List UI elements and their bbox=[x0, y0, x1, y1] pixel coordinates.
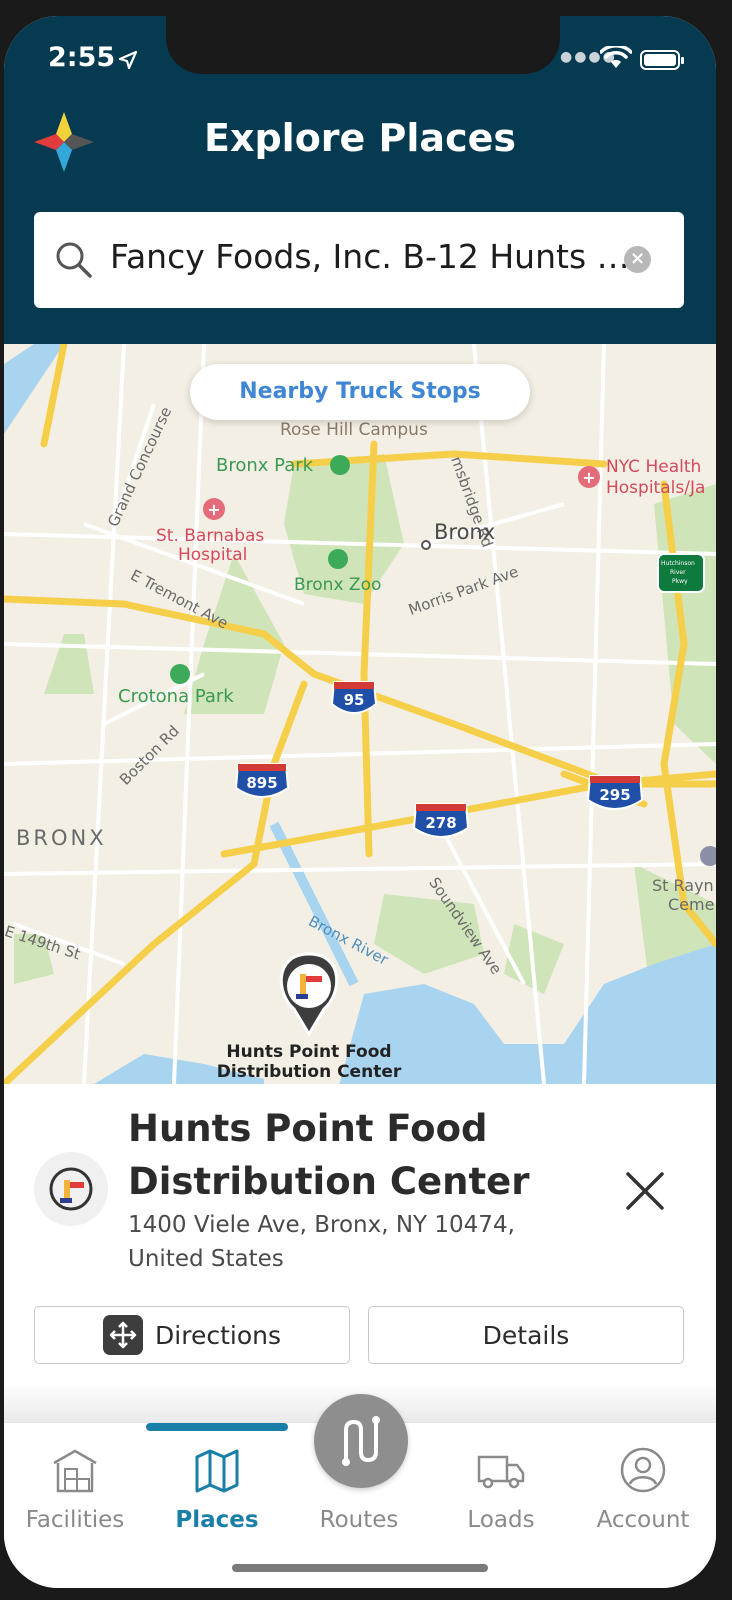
map-label: Hospital bbox=[178, 545, 248, 565]
map-label: St. Barnabas bbox=[156, 526, 265, 546]
phone-screen: 2:55 ●●●● Explore Places Fancy Foods, In… bbox=[4, 16, 716, 1588]
page-title: Explore Places bbox=[204, 116, 516, 160]
map-label: Crotona Park bbox=[118, 686, 234, 707]
clear-search-button[interactable]: × bbox=[624, 246, 651, 273]
map-label: River bbox=[670, 569, 686, 576]
route-icon bbox=[342, 1416, 380, 1466]
map-label: St Rayn bbox=[652, 876, 714, 895]
directions-icon bbox=[103, 1315, 144, 1355]
highway-shield-label: 278 bbox=[425, 814, 457, 832]
wifi-icon bbox=[600, 46, 632, 68]
search-icon bbox=[56, 242, 92, 278]
place-name: Hunts Point Food Distribution Center bbox=[128, 1107, 530, 1203]
tab-label: Loads bbox=[467, 1507, 535, 1533]
nearby-truck-stops-button[interactable]: Nearby Truck Stops bbox=[190, 364, 530, 420]
device-notch bbox=[166, 16, 560, 74]
warehouse-icon bbox=[53, 1449, 97, 1493]
account-icon bbox=[620, 1447, 666, 1493]
map-label: Hospitals/Ja bbox=[606, 478, 706, 498]
tab-label: Facilities bbox=[25, 1507, 125, 1533]
highway-shield-label: 95 bbox=[343, 691, 365, 709]
directions-button[interactable]: Directions bbox=[34, 1306, 350, 1364]
location-arrow-icon bbox=[118, 50, 138, 70]
highway-shield-label: 295 bbox=[599, 786, 631, 804]
map-label: NYC Health bbox=[606, 457, 702, 477]
close-icon[interactable] bbox=[624, 1170, 666, 1212]
map-label: Bronx Zoo bbox=[294, 575, 382, 595]
directions-label: Directions bbox=[155, 1320, 281, 1350]
tab-label: Account bbox=[596, 1507, 690, 1533]
place-pin bbox=[279, 952, 339, 1037]
place-detail-sheet: Hunts Point Food Distribution Center 140… bbox=[4, 1084, 716, 1420]
map-label: Hutchinson bbox=[661, 560, 695, 567]
tab-loads[interactable]: Loads bbox=[430, 1423, 572, 1563]
truck-icon bbox=[477, 1455, 525, 1489]
tab-places[interactable]: Places bbox=[146, 1423, 288, 1563]
svg-text:+: + bbox=[582, 468, 595, 487]
tab-facilities[interactable]: Facilities bbox=[4, 1423, 146, 1563]
svg-text:+: + bbox=[207, 500, 220, 519]
highway-shield-label: 895 bbox=[246, 774, 278, 792]
place-type-icon bbox=[34, 1152, 108, 1226]
battery-icon bbox=[640, 50, 684, 70]
map-graphic: + + bbox=[4, 344, 716, 1084]
map-view[interactable]: + + Rose Hill Campus Bronx Park msbridge… bbox=[4, 344, 716, 1084]
pin-label: Hunts Point Food bbox=[226, 1042, 392, 1062]
home-indicator bbox=[232, 1564, 488, 1572]
map-label: Bronx Park bbox=[216, 455, 314, 476]
place-address: 1400 Viele Ave, Bronx, NY 10474, United … bbox=[128, 1212, 515, 1272]
app-header: 2:55 ●●●● Explore Places Fancy Foods, In… bbox=[4, 16, 716, 344]
tab-label: Routes bbox=[319, 1507, 399, 1533]
tab-account[interactable]: Account bbox=[572, 1423, 714, 1563]
pin-label: Distribution Center bbox=[216, 1062, 402, 1082]
map-label: BRONX bbox=[16, 826, 107, 850]
map-icon bbox=[195, 1449, 239, 1493]
status-time: 2:55 bbox=[48, 42, 116, 73]
map-label: Ceme bbox=[668, 895, 715, 914]
search-input[interactable]: Fancy Foods, Inc. B-12 Hunts Point Coope… bbox=[110, 234, 630, 280]
search-bar[interactable]: Fancy Foods, Inc. B-12 Hunts Point Coope… bbox=[34, 212, 684, 308]
details-button[interactable]: Details bbox=[368, 1306, 684, 1364]
tab-label: Places bbox=[175, 1507, 259, 1533]
map-label: Bronx bbox=[434, 520, 496, 544]
routes-fab-button[interactable] bbox=[314, 1394, 408, 1488]
map-label: Pkwy bbox=[672, 578, 688, 585]
map-label: Rose Hill Campus bbox=[280, 420, 428, 440]
